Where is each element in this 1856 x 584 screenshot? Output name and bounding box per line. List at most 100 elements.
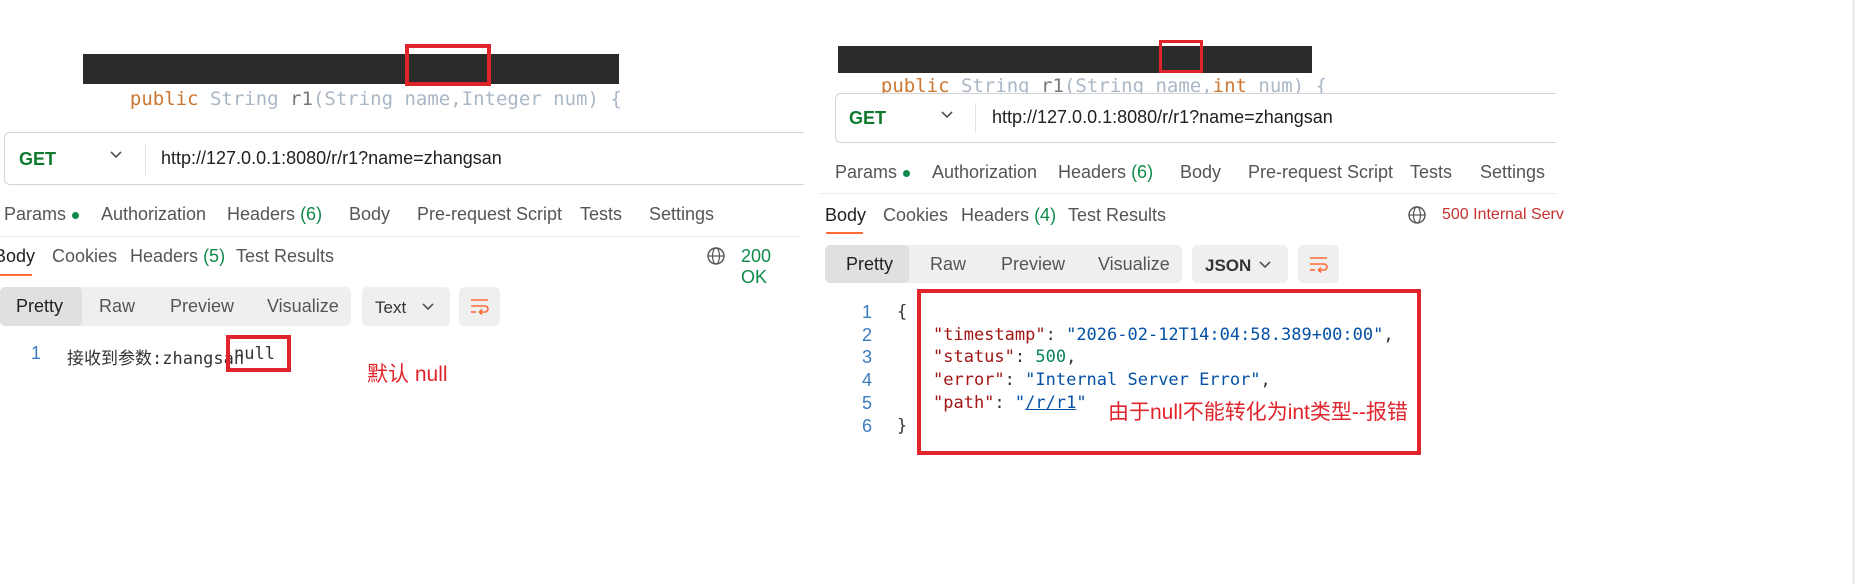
tab-response-headers[interactable]: Headers (4) [961, 205, 1056, 226]
tab-authorization[interactable]: Authorization [932, 162, 1037, 183]
url-input[interactable]: http://127.0.0.1:8080/r/r1?name=zhangsan [161, 148, 502, 169]
view-visualize-button[interactable]: Visualize [1098, 254, 1170, 275]
tab-test-results[interactable]: Test Results [1068, 205, 1166, 226]
format-label: Text [375, 298, 407, 317]
right-request-bar: GET http://127.0.0.1:8080/r/r1?name=zhan… [835, 93, 1556, 143]
tab-cookies[interactable]: Cookies [52, 246, 117, 267]
tab-tests[interactable]: Tests [1410, 162, 1452, 183]
method-select[interactable]: GET [849, 108, 886, 129]
tab-label: Headers [961, 205, 1030, 225]
tab-label: Params [835, 162, 898, 182]
format-label: JSON [1205, 256, 1252, 275]
tab-label: Headers [227, 204, 296, 224]
left-request-tabs: Params Authorization Headers (6) Body Pr… [4, 204, 804, 228]
active-tab-underline [0, 274, 32, 276]
globe-icon[interactable] [706, 246, 726, 271]
right-request-tabs: Params Authorization Headers (6) Body Pr… [835, 162, 1556, 186]
highlight-box-null [226, 335, 291, 372]
wrap-lines-button[interactable] [1298, 245, 1339, 283]
chevron-down-icon[interactable] [109, 147, 123, 166]
tab-tests[interactable]: Tests [580, 204, 622, 225]
json-brace-open: { [897, 302, 908, 322]
code-text: num) { [541, 88, 622, 110]
tab-label: Params [4, 204, 67, 224]
line-number: 1 [31, 343, 42, 363]
wrap-lines-button[interactable] [459, 287, 500, 326]
view-raw-button[interactable]: Raw [930, 254, 966, 275]
highlight-box-integer [405, 44, 491, 86]
wrap-lines-icon [1308, 255, 1329, 279]
view-mode-segment: Pretty Raw Preview Visualize [825, 245, 1182, 283]
chevron-down-icon [1258, 256, 1272, 276]
wrap-lines-icon [469, 297, 490, 321]
active-tab-underline [826, 232, 863, 234]
response-text: 接收到参数:zhangsan [67, 349, 245, 369]
tab-params[interactable]: Params [835, 162, 911, 183]
right-code-snippet: public String r1(String name,int num) { [838, 46, 1327, 97]
json-brace-close: } [897, 416, 908, 436]
divider [975, 103, 976, 133]
divider [0, 236, 800, 237]
left-code-snippet: public String r1(String name,Integer num… [83, 54, 622, 110]
headers-count: (5) [203, 246, 226, 266]
highlight-box-int [1159, 40, 1203, 73]
tab-pre-request-script[interactable]: Pre-request Script [1248, 162, 1393, 183]
tab-response-body[interactable]: Body [0, 246, 35, 267]
tab-params[interactable]: Params [4, 204, 80, 225]
view-visualize-button[interactable]: Visualize [267, 296, 339, 317]
left-response-tabs: Body Cookies Headers (5) Test Results 20… [0, 246, 800, 287]
tab-settings[interactable]: Settings [1480, 162, 1545, 183]
divider [145, 143, 146, 175]
chevron-down-icon[interactable] [940, 107, 954, 126]
format-dropdown[interactable]: Text [362, 287, 450, 326]
view-pretty-label: Pretty [16, 296, 64, 316]
tab-label: Headers [1058, 162, 1127, 182]
view-preview-button[interactable]: Preview [170, 296, 234, 317]
tab-response-body[interactable]: Body [825, 205, 866, 226]
tab-pre-request-script[interactable]: Pre-request Script [417, 204, 562, 225]
line-number: 3 [862, 347, 873, 367]
params-dot-indicator [72, 211, 80, 219]
code-method-name: r1 [290, 88, 313, 110]
format-dropdown[interactable]: JSON [1192, 245, 1288, 283]
tab-body[interactable]: Body [1180, 162, 1221, 183]
tab-response-headers[interactable]: Headers (5) [130, 246, 225, 267]
view-raw-button[interactable]: Raw [99, 296, 135, 317]
right-response-tabs: Body Cookies Headers (4) Test Results 50… [825, 205, 1564, 231]
scrollbar-edge[interactable] [1852, 0, 1855, 584]
tab-cookies[interactable]: Cookies [883, 205, 948, 226]
code-text: (String name, [312, 88, 462, 110]
code-text: String [198, 88, 291, 110]
tab-headers[interactable]: Headers (6) [1058, 162, 1153, 183]
globe-icon[interactable] [1407, 205, 1427, 230]
tab-authorization[interactable]: Authorization [101, 204, 206, 225]
status-badge: 200 OK [741, 246, 772, 287]
url-input[interactable]: http://127.0.0.1:8080/r/r1?name=zhangsan [992, 107, 1333, 128]
annotation-default-null: 默认 null [367, 363, 448, 386]
line-number: 2 [862, 325, 873, 345]
chevron-down-icon [421, 298, 435, 318]
status-badge: 500 Internal Serv [1442, 206, 1564, 223]
method-select[interactable]: GET [19, 149, 56, 170]
line-number: 5 [862, 393, 873, 413]
annotation-error-reason: 由于null不能转化为int类型--报错 [1108, 401, 1408, 424]
highlight-box-error-response [917, 289, 1421, 455]
line-number: 4 [862, 370, 873, 390]
params-dot-indicator [903, 169, 911, 177]
tab-body[interactable]: Body [349, 204, 390, 225]
headers-count: (4) [1034, 205, 1057, 225]
headers-count: (6) [1131, 162, 1154, 182]
view-pretty-label: Pretty [846, 254, 894, 274]
tab-test-results[interactable]: Test Results [236, 246, 334, 267]
tab-label: Headers [130, 246, 199, 266]
line-number: 1 [862, 302, 873, 322]
tab-settings[interactable]: Settings [649, 204, 714, 225]
view-mode-segment: Pretty Raw Preview Visualize [0, 287, 351, 326]
tab-headers[interactable]: Headers (6) [227, 204, 322, 225]
line-number: 6 [862, 416, 873, 436]
code-highlighted-type: Integer [461, 88, 542, 110]
divider [820, 193, 1556, 194]
code-keyword: public [129, 88, 199, 110]
headers-count: (6) [300, 204, 323, 224]
view-preview-button[interactable]: Preview [1001, 254, 1065, 275]
